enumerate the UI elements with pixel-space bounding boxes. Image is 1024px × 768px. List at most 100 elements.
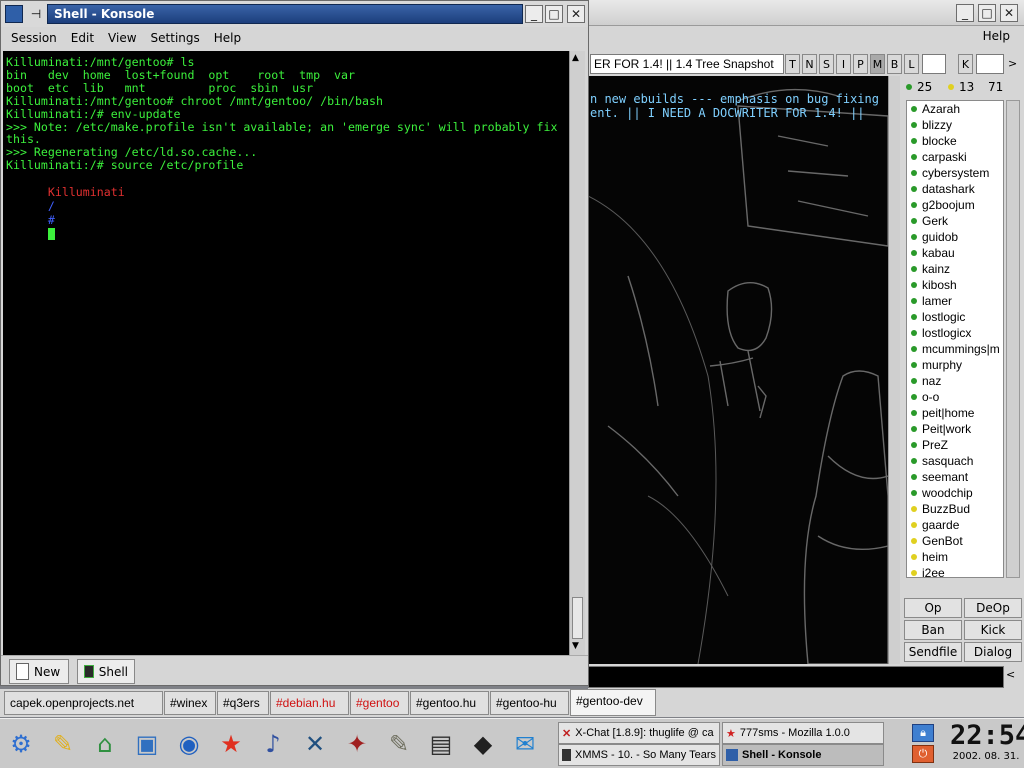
task-xmms[interactable]: XMMS - 10. - So Many Tears xyxy=(558,744,720,766)
user-list-item[interactable]: gaarde xyxy=(911,518,959,532)
scroll-down-icon[interactable]: ▼ xyxy=(572,641,579,651)
menu-view[interactable]: View xyxy=(108,31,136,45)
topic-field[interactable]: ER FOR 1.4! || 1.4 Tree Snapshot xyxy=(590,54,784,74)
user-list-item[interactable]: blocke xyxy=(911,134,957,148)
kick-button[interactable]: Kick xyxy=(964,620,1022,640)
user-list-item[interactable]: blizzy xyxy=(911,118,952,132)
konsole-titlebar[interactable]: ⊣ Shell - Konsole _ □ ✕ xyxy=(1,1,588,27)
shell-session-tab[interactable]: Shell xyxy=(77,659,135,684)
new-session-button[interactable]: New xyxy=(9,659,69,684)
user-list-item[interactable]: lostlogicx xyxy=(911,326,971,340)
user-list-item[interactable]: mcummings|m xyxy=(911,342,1000,356)
dialog-button[interactable]: Dialog xyxy=(964,642,1022,662)
mode-button-b[interactable]: B xyxy=(887,54,902,74)
chat-input[interactable] xyxy=(588,666,1004,688)
close-icon[interactable]: ✕ xyxy=(1000,4,1018,22)
user-list-item[interactable]: heim xyxy=(911,550,948,564)
user-list-item[interactable]: Peit|work xyxy=(911,422,971,436)
maximize-icon[interactable]: □ xyxy=(545,5,563,23)
deop-button[interactable]: DeOp xyxy=(964,598,1022,618)
ban-button[interactable]: Ban xyxy=(904,620,962,640)
userlist-scrollbar[interactable] xyxy=(1006,100,1020,578)
mode-button-s[interactable]: S xyxy=(819,54,834,74)
mode-button-m[interactable]: M xyxy=(870,54,885,74)
task-mozilla[interactable]: ★ 777sms - Mozilla 1.0.0 xyxy=(722,722,884,744)
kmail-icon[interactable]: ✉ xyxy=(508,727,542,761)
key-field[interactable] xyxy=(976,54,1004,74)
maximize-icon[interactable]: □ xyxy=(978,4,996,22)
user-list-item[interactable]: i2ee xyxy=(911,566,945,577)
minimize-icon[interactable]: _ xyxy=(525,5,543,23)
xv-icon[interactable]: ▤ xyxy=(424,727,458,761)
logout-icon[interactable]: ⏻ xyxy=(912,745,934,763)
chat-view[interactable]: n new ebuilds --- emphasis on bug fixing… xyxy=(588,76,888,664)
menu-session[interactable]: Session xyxy=(11,31,57,45)
mode-button-n[interactable]: N xyxy=(802,54,817,74)
user-list-item[interactable]: carpaski xyxy=(911,150,967,164)
sendfile-button[interactable]: Sendfile xyxy=(904,642,962,662)
window-menu-icon[interactable] xyxy=(5,5,23,23)
mode-button-l[interactable]: L xyxy=(904,54,919,74)
quake-icon[interactable]: ✦ xyxy=(340,727,374,761)
gimp-icon[interactable]: ✎ xyxy=(382,727,416,761)
user-list-item[interactable]: seemant xyxy=(911,470,968,484)
user-list-item[interactable]: kabau xyxy=(911,246,955,260)
topic-arrow-icon[interactable]: > xyxy=(1008,57,1017,70)
task-xchat[interactable]: ✕ X-Chat [1.8.9]: thuglife @ ca xyxy=(558,722,720,744)
channel-tab[interactable]: #gentoo.hu xyxy=(410,691,489,715)
menu-help[interactable]: Help xyxy=(214,31,241,45)
channel-tab[interactable]: #gentoo-hu xyxy=(490,691,569,715)
user-list-item[interactable]: o-o xyxy=(911,390,939,404)
mozilla-icon[interactable]: ★ xyxy=(214,727,248,761)
xmms-icon[interactable]: ♪ xyxy=(256,727,290,761)
user-list-item[interactable]: guidob xyxy=(911,230,958,244)
limit-field[interactable] xyxy=(922,54,946,74)
lock-screen-icon[interactable]: 🔒︎ xyxy=(912,724,934,742)
channel-tab[interactable]: #winex xyxy=(164,691,216,715)
user-list-item[interactable]: kainz xyxy=(911,262,950,276)
xchat-icon[interactable]: ✕ xyxy=(298,727,332,761)
menu-help[interactable]: Help xyxy=(983,29,1010,43)
user-list-item[interactable]: PreZ xyxy=(911,438,948,452)
user-list-item[interactable]: naz xyxy=(911,374,941,388)
user-list-item[interactable]: murphy xyxy=(911,358,962,372)
scroll-thumb[interactable] xyxy=(572,597,583,639)
menu-settings[interactable]: Settings xyxy=(151,31,200,45)
user-list-item[interactable]: kibosh xyxy=(911,278,957,292)
terminal-view[interactable]: Killuminati:/mnt/gentoo# ls bin dev home … xyxy=(3,51,569,655)
task-konsole[interactable]: Shell - Konsole xyxy=(722,744,884,766)
sticky-icon[interactable]: ⊣ xyxy=(27,5,45,23)
kde-menu-icon[interactable]: ⚙ xyxy=(4,727,38,761)
mode-button-i[interactable]: I xyxy=(836,54,851,74)
user-list-item[interactable]: BuzzBud xyxy=(911,502,970,516)
kate-icon[interactable]: ✎ xyxy=(46,727,80,761)
user-list-item[interactable]: sasquach xyxy=(911,454,973,468)
channel-tab[interactable]: capek.openprojects.net xyxy=(4,691,163,715)
user-list[interactable]: Azarah blizzy blocke carpaski cybersystem dat… xyxy=(906,100,1004,578)
user-list-item[interactable]: woodchip xyxy=(911,486,973,500)
mode-button-t[interactable]: T xyxy=(785,54,800,74)
op-button[interactable]: Op xyxy=(904,598,962,618)
input-arrow-icon[interactable]: < xyxy=(1006,668,1015,681)
menu-edit[interactable]: Edit xyxy=(71,31,94,45)
user-list-item[interactable]: Azarah xyxy=(911,102,960,116)
channel-tab[interactable]: #gentoo-dev xyxy=(570,689,656,716)
channel-tab[interactable]: #debian.hu xyxy=(270,691,349,715)
user-list-item[interactable]: peit|home xyxy=(911,406,974,420)
mode-button-p[interactable]: P xyxy=(853,54,868,74)
chat-scrollbar[interactable] xyxy=(888,76,900,664)
user-list-item[interactable]: datashark xyxy=(911,182,975,196)
minimize-icon[interactable]: _ xyxy=(956,4,974,22)
user-list-item[interactable]: lamer xyxy=(911,294,952,308)
mode-button-k[interactable]: K xyxy=(958,54,973,74)
xchat-titlebar[interactable]: _ □ ✕ xyxy=(588,0,1024,26)
user-list-item[interactable]: Gerk xyxy=(911,214,948,228)
clock[interactable]: 22:54 2002. 08. 31. xyxy=(950,721,1024,767)
user-list-item[interactable]: lostlogic xyxy=(911,310,965,324)
user-list-item[interactable]: GenBot xyxy=(911,534,963,548)
konqueror-icon[interactable]: ◉ xyxy=(172,727,206,761)
channel-tab[interactable]: #q3ers xyxy=(217,691,269,715)
channel-tab[interactable]: #gentoo xyxy=(350,691,409,715)
terminal-scrollbar[interactable]: ▲ ▼ xyxy=(569,51,585,655)
user-list-item[interactable]: g2boojum xyxy=(911,198,975,212)
